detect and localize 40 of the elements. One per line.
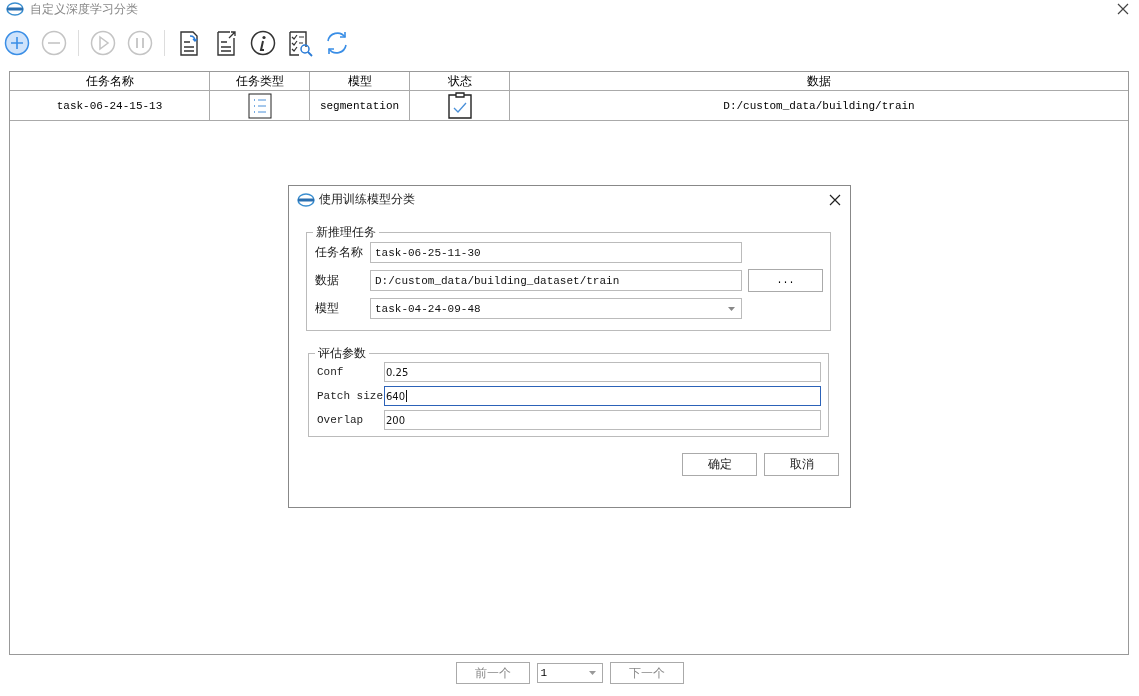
list-icon bbox=[247, 92, 272, 119]
text-field[interactable]: 200 bbox=[384, 410, 821, 430]
field-label: Patch size bbox=[317, 390, 384, 402]
column-header: 任务名称 bbox=[10, 72, 210, 91]
add-button[interactable] bbox=[4, 29, 30, 57]
model-dropdown[interactable]: task-04-24-09-48 bbox=[370, 298, 742, 319]
group-title: 评估参数 bbox=[315, 346, 369, 360]
text-field[interactable]: 0.25 bbox=[384, 362, 821, 382]
caret-icon bbox=[728, 306, 735, 311]
field-label: 数据 bbox=[315, 272, 340, 289]
field-label: Overlap bbox=[317, 414, 365, 426]
table-cell: task-06-24-15-13 bbox=[10, 91, 210, 121]
column-header: 模型 bbox=[310, 72, 410, 91]
text-field[interactable]: 640 bbox=[384, 386, 821, 406]
caret-icon bbox=[588, 671, 596, 675]
logo-icon bbox=[6, 2, 24, 16]
close-icon[interactable] bbox=[1117, 3, 1129, 15]
logo-icon bbox=[297, 192, 315, 207]
field-label: 模型 bbox=[315, 300, 340, 317]
text-field[interactable]: task-06-25-11-30 bbox=[370, 242, 742, 263]
column-header: 状态 bbox=[410, 72, 510, 91]
column-header: 任务类型 bbox=[210, 72, 310, 91]
text-field[interactable]: D:/custom_data/building_dataset/train bbox=[370, 270, 742, 291]
group-title: 新推理任务 bbox=[313, 225, 379, 239]
checklist-search-button[interactable] bbox=[287, 29, 313, 57]
refresh-button[interactable] bbox=[324, 29, 350, 57]
clipboard-check-icon bbox=[446, 91, 473, 120]
ok-button[interactable]: 确定 bbox=[682, 453, 757, 476]
field-label: 任务名称 bbox=[315, 244, 364, 261]
dialog-title: 使用训练模型分类 bbox=[319, 191, 415, 208]
window-title: 自定义深度学习分类 bbox=[30, 0, 138, 18]
table-cell: segmentation bbox=[310, 91, 410, 121]
cancel-button[interactable]: 取消 bbox=[764, 453, 839, 476]
table-cell: D:/custom_data/building/train bbox=[510, 91, 1128, 121]
close-icon[interactable] bbox=[829, 193, 841, 206]
info-button[interactable] bbox=[250, 29, 276, 57]
column-header: 数据 bbox=[510, 72, 1128, 91]
field-label: Conf bbox=[317, 366, 345, 378]
browse-button[interactable]: ... bbox=[748, 269, 823, 292]
page-dropdown[interactable]: 1 bbox=[536, 663, 603, 683]
